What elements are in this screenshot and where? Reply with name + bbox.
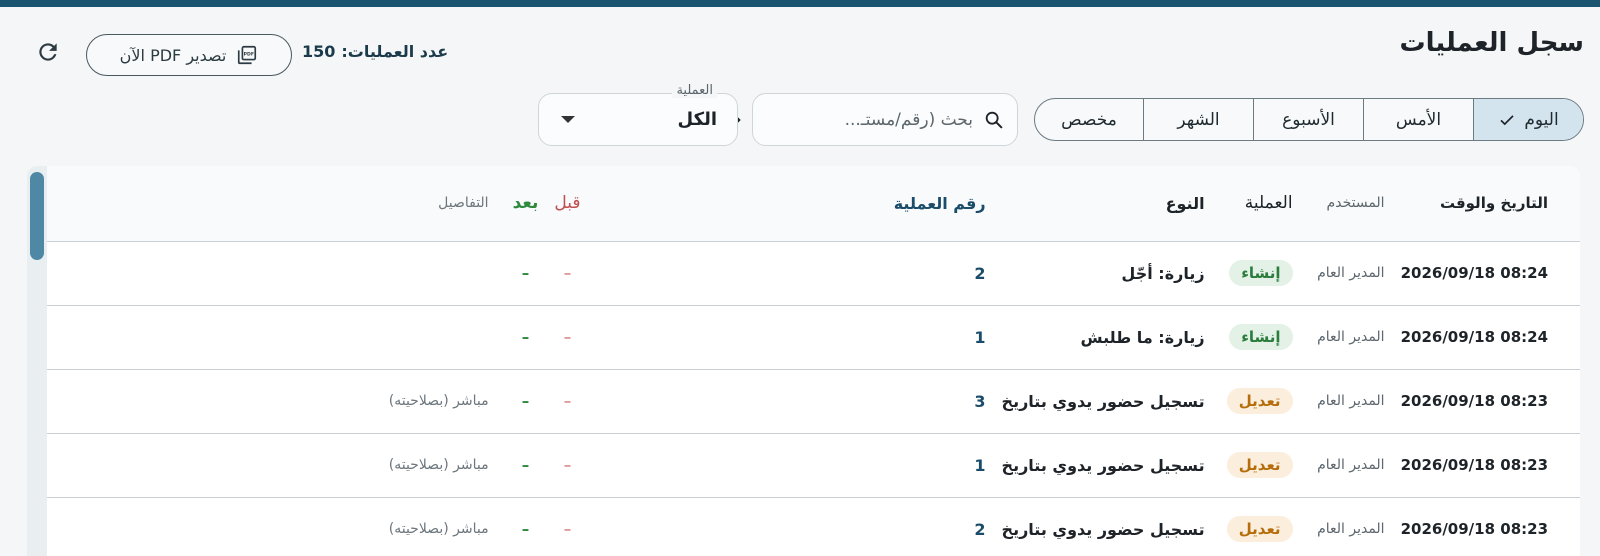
top-stripe (0, 0, 1600, 7)
operation-filter-value: الكل (677, 109, 717, 130)
cell-after: – (504, 433, 547, 498)
cell-number: 1 (588, 305, 994, 370)
refresh-icon (39, 43, 57, 61)
range-today-label: اليوم (1524, 109, 1559, 130)
table-header-row: التاريخ والوقت المستخدم العملية النوع رق… (47, 166, 1580, 242)
pdf-icon: PDF (238, 45, 257, 65)
cell-user: المدير العام (1300, 433, 1393, 498)
check-icon (1500, 114, 1514, 125)
col-after[interactable]: بعد (504, 166, 547, 242)
operation-filter-select[interactable]: العملية الكل (538, 83, 738, 146)
cell-datetime: 2026/09/18 08:23 (1392, 497, 1580, 556)
cell-details: مباشر (بصلاحيته) (47, 497, 505, 556)
cell-before: – (546, 305, 589, 370)
table-row[interactable]: 2026/09/18 08:23 المدير العام تعديل تسجي… (47, 433, 1580, 498)
cell-number: 3 (588, 369, 994, 434)
operation-badge: تعديل (1226, 388, 1293, 414)
page-title: سجل العمليات (1399, 28, 1584, 58)
range-week[interactable]: الأسبوع (1253, 99, 1363, 140)
col-datetime[interactable]: التاريخ والوقت (1392, 166, 1580, 242)
refresh-button[interactable] (30, 34, 66, 70)
range-today[interactable]: اليوم (1473, 99, 1583, 140)
operations-table-container: التاريخ والوقت المستخدم العملية النوع رق… (27, 166, 1580, 556)
cell-number: 2 (588, 241, 994, 306)
range-yesterday-label: الأمس (1395, 109, 1442, 130)
search-icon (983, 109, 1005, 131)
cell-user: المدير العام (1300, 305, 1393, 370)
cell-user: المدير العام (1300, 241, 1393, 306)
operations-table: التاريخ والوقت المستخدم العملية النوع رق… (47, 166, 1580, 556)
cell-before: – (546, 241, 589, 306)
cell-details: مباشر (بصلاحيته) (47, 433, 505, 498)
cell-after: – (504, 369, 547, 434)
operation-badge: تعديل (1226, 516, 1293, 542)
caret-down-icon (561, 116, 575, 123)
range-custom-label: مخصص (1061, 109, 1117, 130)
range-custom[interactable]: مخصص (1035, 99, 1143, 140)
cell-details: مباشر (بصلاحيته) (47, 369, 505, 434)
cell-type: زيارة: أجّل (993, 241, 1213, 306)
table-row[interactable]: 2026/09/18 08:23 المدير العام تعديل تسجي… (47, 497, 1580, 556)
svg-text:PDF: PDF (244, 51, 254, 57)
export-pdf-button[interactable]: PDF تصدير PDF الآن (86, 34, 292, 76)
operations-count-label: عدد العمليات: (341, 42, 449, 61)
cell-type: تسجيل حضور يدوي بتاريخ (993, 497, 1213, 556)
cell-after: – (504, 241, 547, 306)
scrollbar-thumb[interactable] (30, 172, 44, 260)
col-user[interactable]: المستخدم (1300, 166, 1393, 242)
cell-type: تسجيل حضور يدوي بتاريخ (993, 433, 1213, 498)
operation-filter-label: العملية (672, 83, 717, 98)
operations-count-value: 150 (302, 42, 336, 61)
date-range-selector: اليوم الأمس الأسبوع الشهر مخصص (1034, 98, 1584, 141)
operation-badge: تعديل (1226, 452, 1293, 478)
export-pdf-label: تصدير PDF الآن (119, 45, 227, 65)
cell-datetime: 2026/09/18 08:23 (1392, 433, 1580, 498)
cell-before: – (546, 433, 589, 498)
col-operation[interactable]: العملية (1212, 166, 1301, 242)
cell-after: – (504, 305, 547, 370)
operations-count: عدد العمليات: 150 (302, 42, 448, 61)
cell-number: 1 (588, 433, 994, 498)
range-month[interactable]: الشهر (1143, 99, 1253, 140)
table-row[interactable]: 2026/09/18 08:24 المدير العام إنشاء زيار… (47, 241, 1580, 306)
cell-details (47, 305, 505, 370)
cell-type: تسجيل حضور يدوي بتاريخ (993, 369, 1213, 434)
cell-details (47, 241, 505, 306)
search-box (725, 93, 1018, 146)
cell-user: المدير العام (1300, 369, 1393, 434)
col-before[interactable]: قبل (546, 166, 589, 242)
cell-type: زيارة: ما طلبش (993, 305, 1213, 370)
table-row[interactable]: 2026/09/18 08:24 المدير العام إنشاء زيار… (47, 305, 1580, 370)
cell-datetime: 2026/09/18 08:24 (1392, 305, 1580, 370)
cell-datetime: 2026/09/18 08:23 (1392, 369, 1580, 434)
scrollbar-track[interactable] (27, 166, 47, 556)
col-details[interactable]: التفاصيل (47, 166, 505, 242)
search-input[interactable] (744, 109, 983, 130)
range-month-label: الشهر (1177, 109, 1220, 130)
table-row[interactable]: 2026/09/18 08:23 المدير العام تعديل تسجي… (47, 369, 1580, 434)
range-yesterday[interactable]: الأمس (1363, 99, 1473, 140)
range-week-label: الأسبوع (1282, 109, 1335, 130)
cell-after: – (504, 497, 547, 556)
cell-datetime: 2026/09/18 08:24 (1392, 241, 1580, 306)
cell-user: المدير العام (1300, 497, 1393, 556)
col-number[interactable]: رقم العملية (588, 166, 994, 242)
cell-before: – (546, 369, 589, 434)
cell-number: 2 (588, 497, 994, 556)
col-type[interactable]: النوع (993, 166, 1213, 242)
operation-badge: إنشاء (1229, 260, 1293, 286)
cell-before: – (546, 497, 589, 556)
operation-badge: إنشاء (1229, 324, 1293, 350)
